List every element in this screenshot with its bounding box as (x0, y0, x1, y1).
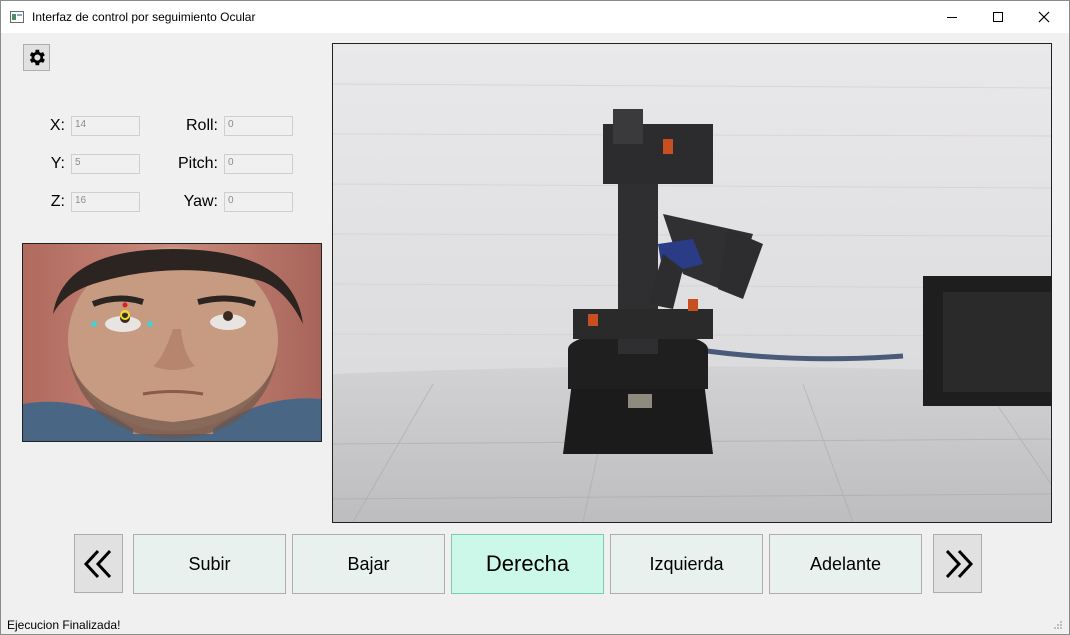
bajar-button[interactable]: Bajar (292, 534, 445, 594)
app-icon (10, 11, 24, 23)
yaw-label: Yaw: (183, 193, 218, 210)
maximize-button[interactable] (975, 1, 1021, 33)
yaw-field[interactable]: 0 (224, 192, 293, 212)
pitch-label: Pitch: (177, 155, 218, 172)
settings-button[interactable] (23, 44, 50, 71)
x-field[interactable]: 14 (71, 116, 140, 136)
face-feed-image (23, 244, 321, 441)
z-label: Z: (50, 193, 65, 210)
face-camera-view (22, 243, 322, 442)
double-chevron-left-icon (83, 549, 111, 578)
pitch-field[interactable]: 0 (224, 154, 293, 174)
subir-button[interactable]: Subir (133, 534, 286, 594)
title-bar[interactable]: Interfaz de control por seguimiento Ocul… (1, 1, 1069, 33)
app-window: Interfaz de control por seguimiento Ocul… (0, 0, 1070, 635)
adelante-button[interactable]: Adelante (769, 534, 922, 594)
close-button[interactable] (1021, 1, 1067, 33)
derecha-button[interactable]: Derecha (451, 534, 604, 594)
y-label: Y: (50, 155, 65, 172)
window-title: Interfaz de control por seguimiento Ocul… (32, 10, 256, 24)
z-field[interactable]: 16 (71, 192, 140, 212)
x-label: X: (49, 117, 65, 134)
y-field[interactable]: 5 (71, 154, 140, 174)
double-chevron-right-icon (945, 549, 973, 578)
minimize-button[interactable] (929, 1, 975, 33)
maximize-icon (993, 12, 1003, 22)
robot-feed-image (333, 44, 1051, 522)
resize-grip-icon[interactable] (1053, 620, 1063, 630)
close-icon (1038, 11, 1050, 23)
next-button[interactable] (933, 534, 982, 593)
robot-camera-view (332, 43, 1052, 523)
roll-label: Roll: (185, 117, 218, 134)
previous-button[interactable] (74, 534, 123, 593)
gear-icon (29, 49, 45, 66)
roll-field[interactable]: 0 (224, 116, 293, 136)
minimize-icon (947, 17, 957, 18)
izquierda-button[interactable]: Izquierda (610, 534, 763, 594)
status-message: Ejecucion Finalizada! (7, 618, 121, 632)
